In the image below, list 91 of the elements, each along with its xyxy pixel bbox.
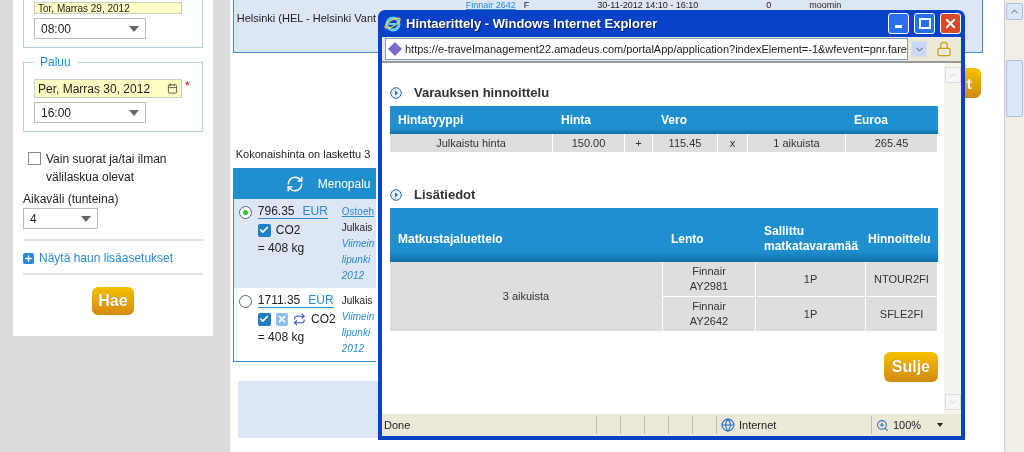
checkbox[interactable]	[28, 152, 41, 165]
plus-icon	[23, 252, 34, 264]
co2-label: CO2	[311, 312, 336, 326]
stops-count: 0	[766, 0, 772, 10]
advanced-settings-link[interactable]: Näytä haun lisäasetukset	[23, 241, 203, 273]
browser-logo-icon	[384, 14, 402, 33]
address-field[interactable]: https://e-travelmanagement22.amadeus.com/portalApp/application?indexElement=-1&wfevent=pnr.fare	[385, 38, 908, 60]
table-cell: 265.45	[846, 134, 938, 153]
arrow-circle-icon	[390, 86, 402, 99]
dropdown-button[interactable]	[911, 41, 927, 57]
column-header: Hinta	[553, 106, 625, 134]
date-field[interactable]: Tor, Marras 29, 2012	[34, 2, 182, 14]
close-icon	[275, 312, 289, 326]
zoom-level: 100%	[893, 419, 922, 431]
chevron-up-icon	[947, 70, 958, 80]
column-header: Hinnoittelu	[866, 208, 938, 262]
offer-text: Viimein	[341, 310, 375, 324]
fieldset-legend: Paluu	[34, 55, 77, 69]
table-cell: NTOUR2FI	[866, 262, 938, 297]
site-icon	[388, 42, 402, 56]
column-header: Sallittu matkatavaramää	[756, 208, 866, 262]
checkbox-icon	[257, 223, 271, 237]
radio-button[interactable]	[238, 206, 252, 219]
status-text: Done	[383, 419, 412, 431]
table-cell: +	[625, 134, 653, 153]
time-select[interactable]: 08:00	[34, 18, 146, 39]
offer-text: 2012	[341, 342, 366, 356]
zone-text: Internet	[739, 419, 777, 431]
table-cell: 115.45	[653, 134, 718, 153]
section-title: Lisätiedot	[414, 187, 476, 202]
close-button[interactable]	[940, 13, 961, 34]
table-cell: Julkaistu hinta	[390, 134, 553, 153]
date-field[interactable]: Per, Marras 30, 2012	[34, 79, 182, 98]
window-title: Hintaerittely - Windows Internet Explorer	[406, 16, 659, 31]
table-cell: Finnair AY2981	[663, 262, 756, 297]
co2-weight: = 408 kg	[257, 241, 306, 255]
maximize-icon	[918, 18, 931, 29]
dropdown-arrow-icon	[129, 109, 139, 116]
section-title: Varauksen hinnoittelu	[414, 85, 550, 100]
price-link[interactable]: 1711.35 EUR	[257, 293, 334, 308]
offer-text: lipunki	[341, 326, 372, 340]
column-title: Menopalu	[317, 177, 371, 191]
column-header: Lento	[663, 208, 756, 262]
total-note: Kokonaishinta on laskettu 3	[235, 148, 372, 160]
table-cell: 1 aikuista	[748, 134, 846, 153]
caret-icon	[937, 423, 944, 427]
required-mark: *	[185, 79, 190, 93]
table-cell: SFLE2FI	[866, 297, 938, 332]
dropdown-arrow-icon	[81, 215, 91, 222]
column-header: Hintatyyppi	[390, 106, 553, 134]
globe-icon	[721, 418, 735, 432]
price-link[interactable]: 796.35 EUR	[257, 204, 328, 219]
scroll-thumb[interactable]	[1006, 60, 1023, 117]
table-cell: 1P	[756, 297, 866, 332]
zoom-icon	[876, 418, 889, 432]
chevron-down-icon	[947, 397, 958, 407]
interval-select[interactable]: 4	[23, 208, 98, 229]
arrow-circle-icon	[390, 188, 402, 201]
time-select[interactable]: 16:00	[34, 102, 146, 123]
offer-text: 2012	[341, 269, 366, 283]
close-icon	[943, 16, 958, 31]
route-text: Helsinki (HEL - Helsinki Vant	[236, 12, 377, 24]
co2-label: CO2	[275, 223, 301, 237]
table-cell: Finnair AY2642	[663, 297, 756, 332]
calendar-icon	[167, 83, 178, 94]
offer-row[interactable]: 796.35 EUR CO2 = 408 kg Ostoeh Julkais Viimein lipunki 2012	[233, 199, 376, 288]
column-header: Matkustajaluettelo	[390, 208, 663, 262]
lock-icon	[936, 41, 952, 57]
flight-time: 30-11-2012 14:10 - 16:10	[597, 0, 699, 10]
table-cell: x	[718, 134, 748, 153]
column-header: Euroa	[846, 106, 938, 134]
co2-weight: = 408 kg	[257, 330, 306, 344]
offer-text: Viimein	[341, 237, 375, 251]
radio-button[interactable]	[238, 295, 252, 308]
maximize-button[interactable]	[914, 13, 935, 34]
user-name: moomin	[809, 0, 842, 10]
offer-text: Julkais	[341, 294, 374, 308]
dropdown-arrow-icon	[129, 25, 139, 32]
table-cell: 150.00	[553, 134, 625, 153]
refresh-icon	[285, 175, 304, 193]
minimize-button[interactable]	[888, 13, 909, 34]
checkbox-label: Vain suorat ja/tai ilman välilaskua olevat	[46, 151, 168, 186]
field-label: Aikaväli (tunteina)	[23, 192, 120, 206]
checkbox-icon	[257, 312, 271, 326]
column-header: Vero	[653, 106, 718, 134]
offer-text: Julkais	[341, 221, 374, 235]
swap-icon	[293, 312, 307, 326]
offer-text: lipunki	[341, 253, 372, 267]
table-cell: 3 aikuista	[390, 262, 663, 332]
fare-class: F	[523, 0, 530, 10]
table-cell: 1P	[756, 262, 866, 297]
